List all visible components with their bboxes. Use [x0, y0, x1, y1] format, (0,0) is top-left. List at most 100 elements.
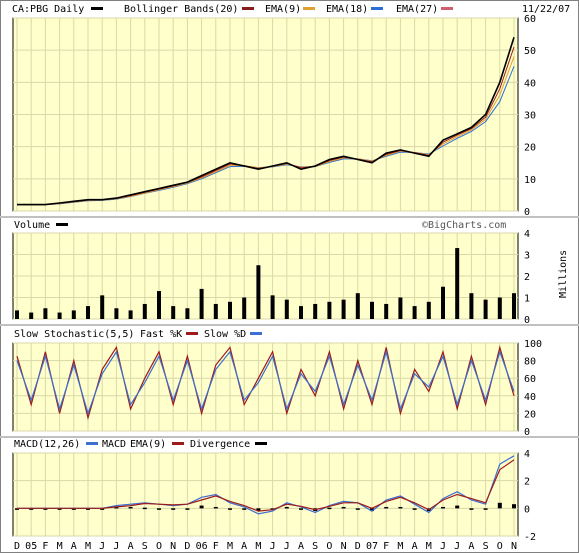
x-tick-label: F [42, 541, 48, 552]
stochastic-label: Slow Stochastic(5,5) [14, 329, 134, 340]
y-tick-label: 100 [524, 339, 542, 350]
volume-bar [270, 295, 275, 319]
y-tick-label: 10 [524, 175, 536, 186]
divergence-bar [199, 505, 204, 509]
volume-bar [57, 312, 62, 319]
y-tick-label: 80 [524, 357, 536, 368]
divergence-bar [341, 506, 346, 509]
symbol-label: CA:PBG Daily [12, 4, 84, 15]
volume-unit-label: Millions [558, 250, 569, 298]
divergence-bar [441, 506, 445, 509]
macd-plot-area [12, 452, 519, 537]
stock-chart: CA:PBG Daily Bollinger Bands(20) EMA(9) … [0, 0, 579, 553]
volume-bar [313, 303, 318, 319]
volume-bar [242, 297, 247, 319]
x-tick-label: S [142, 541, 148, 552]
divergence-bar [142, 507, 147, 510]
slow-d-legend-swatch [250, 332, 262, 335]
volume-legend-swatch [56, 223, 68, 226]
volume-bar [398, 297, 403, 319]
bollinger-label: Bollinger Bands(20) [124, 4, 238, 15]
ema9-label: EMA(9) [265, 4, 301, 15]
divergence-bar [412, 508, 417, 510]
macd-line-label: MACD [102, 439, 126, 450]
y-tick-label: 20 [524, 409, 536, 420]
ema18-label: EMA(18) [326, 4, 368, 15]
y-tick-label: 1 [524, 294, 530, 305]
volume-bar [43, 308, 48, 319]
divergence-bar [455, 505, 460, 509]
x-tick-label: J [440, 541, 446, 552]
divergence-bar [299, 508, 303, 510]
macd-ema-label: EMA(9) [130, 439, 166, 450]
y-tick-label: 0 [524, 504, 530, 515]
watermark: ©BigCharts.com [422, 220, 506, 231]
y-tick-label: 2 [524, 477, 530, 488]
y-tick-label: -2 [524, 532, 536, 543]
x-tick-label: A [298, 541, 304, 552]
macd-legend-swatch [86, 442, 98, 445]
volume-bar [299, 306, 303, 319]
ema9-legend-swatch [303, 7, 315, 10]
macd-header-bar [0, 436, 579, 438]
volume-label: Volume [14, 220, 50, 231]
macd-label: MACD(12,26) [14, 439, 80, 450]
x-tick-label: F [383, 541, 389, 552]
x-tick-label: 05 [25, 541, 37, 552]
volume-bar [327, 301, 332, 319]
volume-bar [426, 301, 431, 319]
divergence-label: Divergence [190, 439, 250, 450]
y-tick-label: 50 [524, 46, 536, 57]
ema18-legend-swatch [371, 7, 383, 10]
volume-bar [512, 293, 516, 319]
volume-bar [370, 301, 374, 319]
divergence-bar [128, 506, 133, 509]
x-tick-label: A [241, 541, 247, 552]
x-tick-label: M [255, 541, 261, 552]
x-tick-label: D [184, 541, 190, 552]
volume-bar [171, 306, 176, 319]
x-tick-label: A [412, 541, 418, 552]
macd-panel: MACD(12,26) MACD EMA(9) Divergence -2 0 2 4… [0, 436, 579, 552]
x-tick-label: S [312, 541, 318, 552]
divergence-bar [355, 508, 360, 510]
volume-bar [100, 295, 105, 319]
divergence-bar [327, 507, 332, 510]
ema27-legend-swatch [441, 7, 453, 10]
x-tick-label: 07 [366, 541, 378, 552]
x-tick-label: M [57, 541, 63, 552]
divergence-bar [398, 506, 403, 509]
volume-bar [284, 299, 289, 319]
fast-k-legend-swatch [186, 332, 198, 335]
x-tick-label: D [355, 541, 361, 552]
volume-bar [213, 303, 218, 319]
x-tick-label: M [426, 541, 432, 552]
volume-bar [455, 248, 460, 319]
volume-bar [256, 265, 261, 319]
x-tick-label: J [454, 541, 460, 552]
stochastic-header-bar [0, 324, 579, 326]
y-tick-label: 2 [524, 272, 530, 283]
x-tick-label: O [497, 541, 503, 552]
volume-header-bar [0, 216, 579, 218]
divergence-bar [284, 506, 289, 509]
stochastic-plot-area [12, 342, 519, 432]
volume-bar [469, 293, 474, 319]
divergence-bar [497, 502, 502, 509]
divergence-bar [171, 508, 176, 510]
volume-bar [412, 306, 417, 319]
volume-bar [71, 310, 76, 319]
fast-k-label: Fast %K [140, 329, 182, 340]
volume-bar [355, 293, 360, 319]
x-tick-label: J [284, 541, 290, 552]
x-tick-label: O [326, 541, 332, 552]
volume-bar [441, 286, 445, 319]
x-tick-label: N [511, 541, 517, 552]
x-tick-label: J [99, 541, 105, 552]
y-tick-label: 40 [524, 392, 536, 403]
x-tick-label: D [14, 541, 20, 552]
x-tick-label: O [156, 541, 162, 552]
y-tick-label: 30 [524, 111, 536, 122]
volume-bar [142, 303, 147, 319]
divergence-bar [242, 508, 247, 510]
